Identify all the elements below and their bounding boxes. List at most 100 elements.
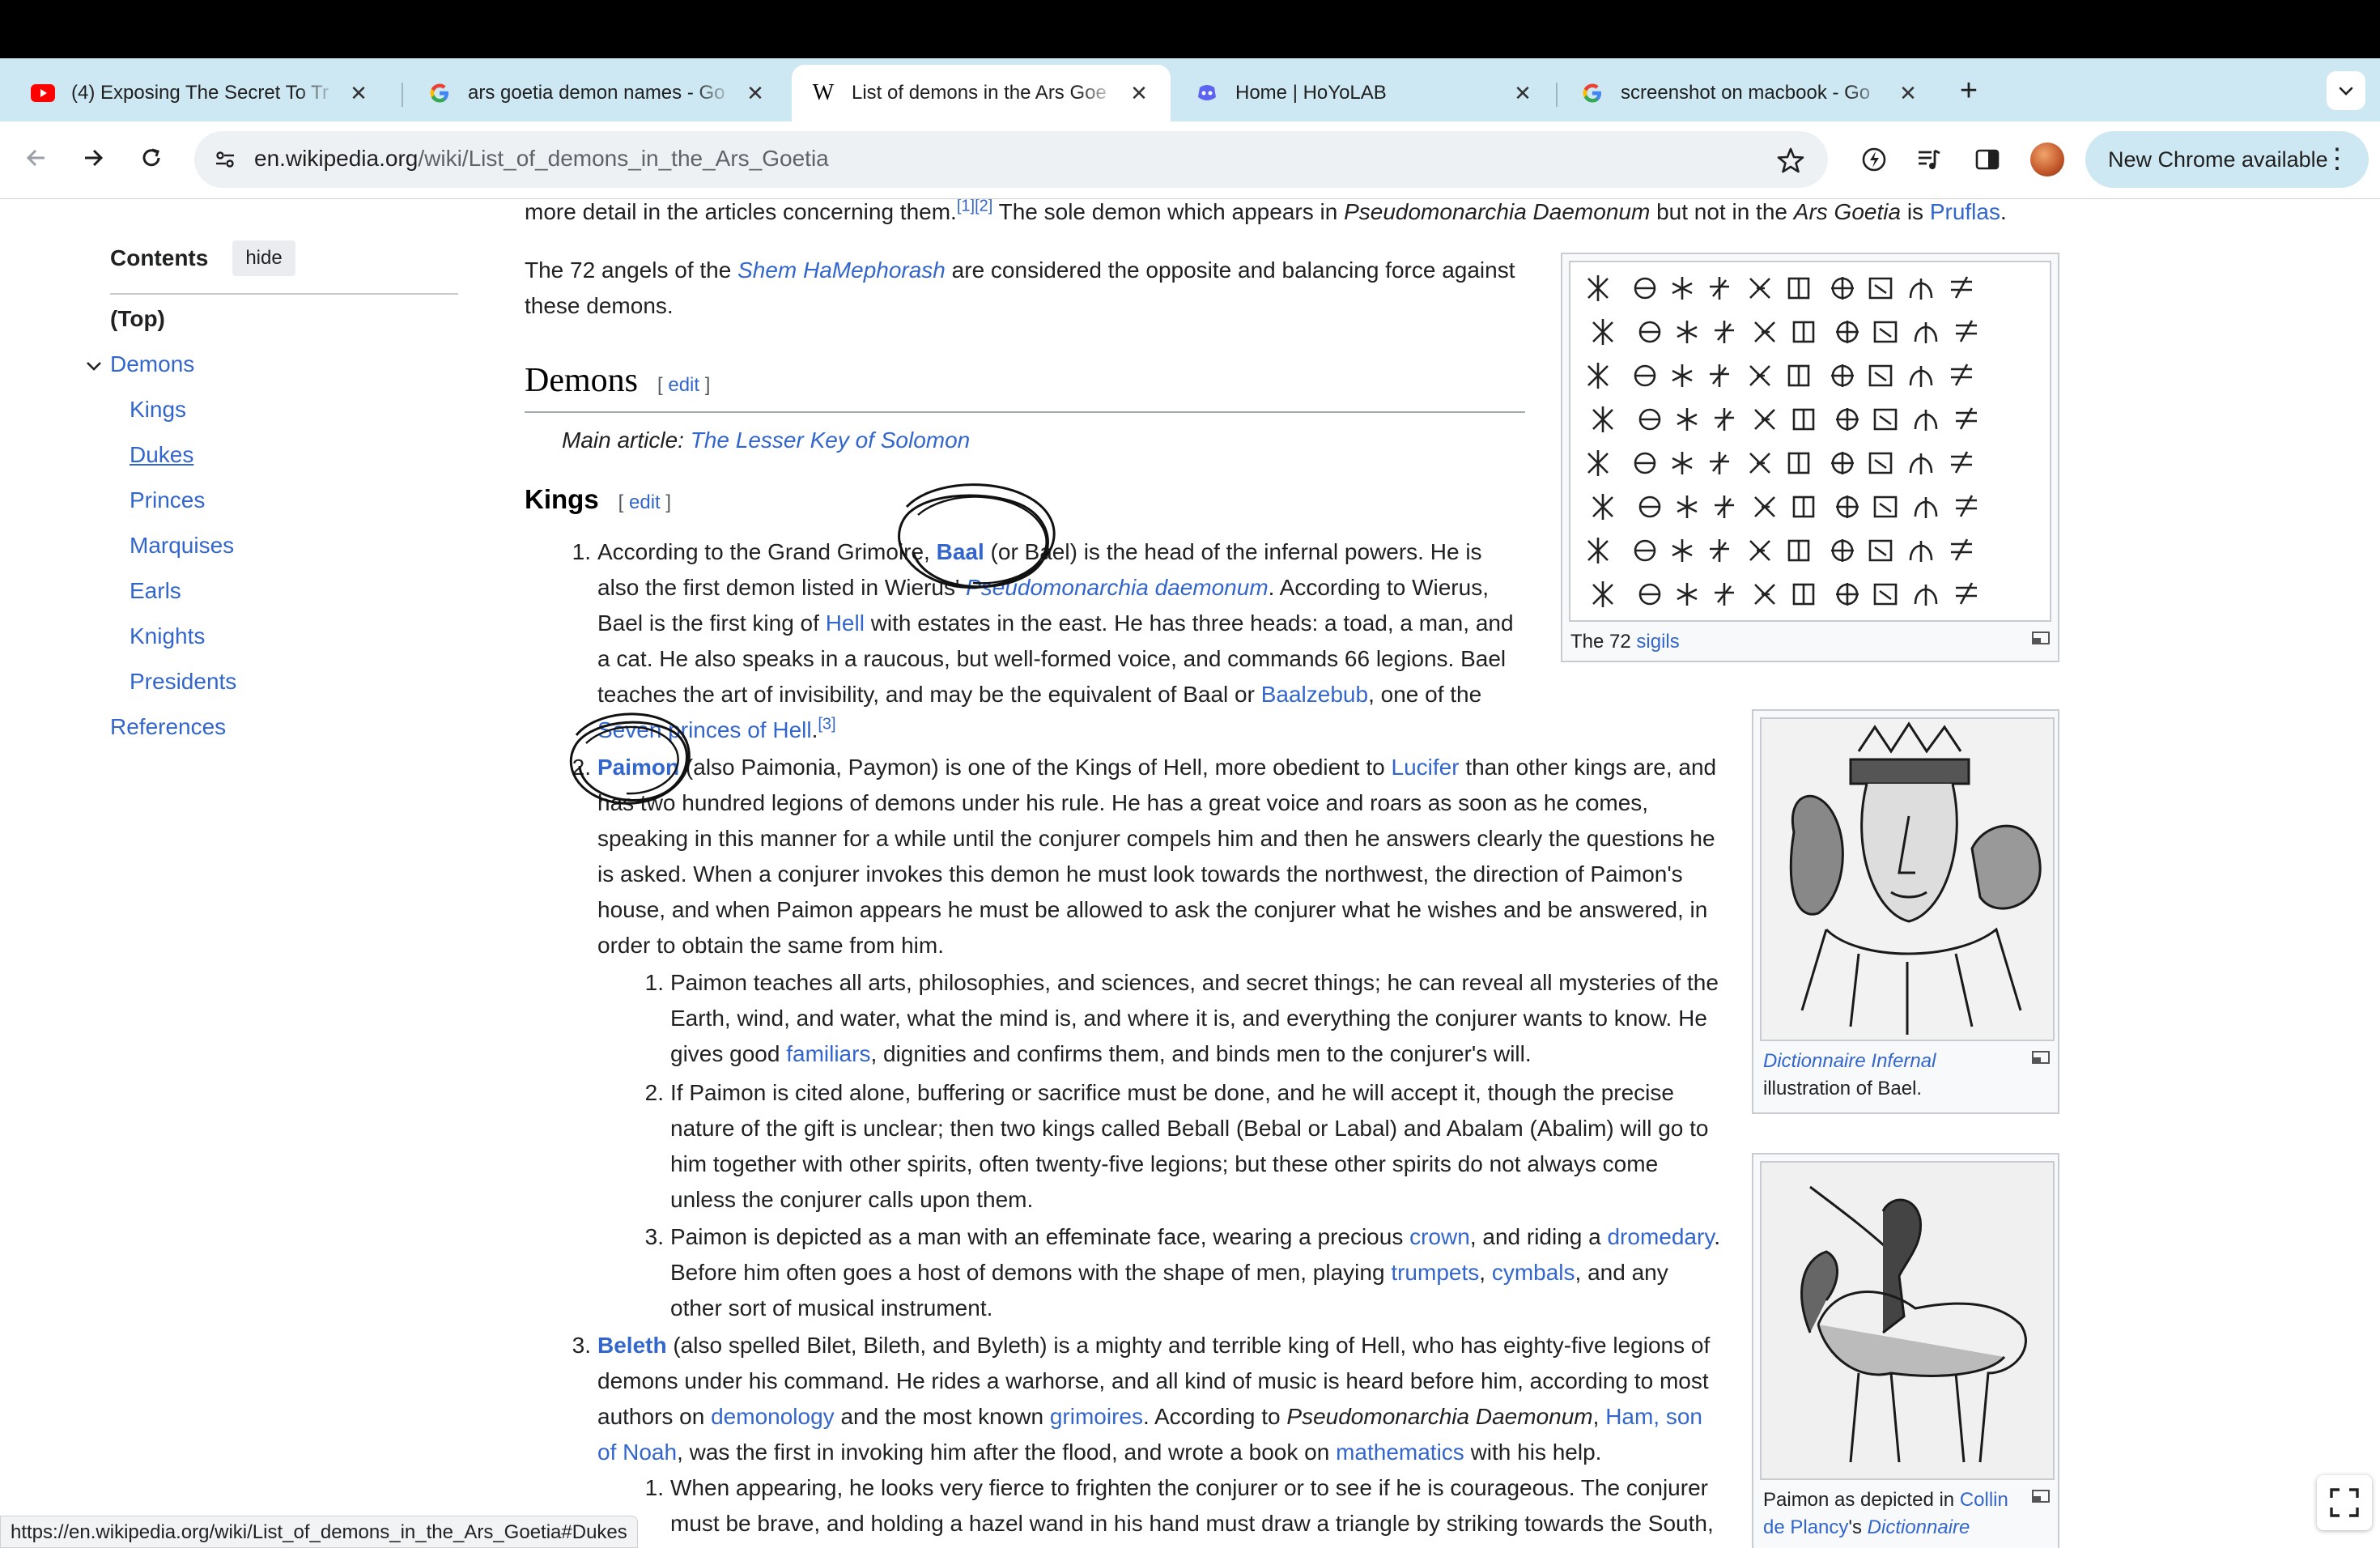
reference-link[interactable]: [3] xyxy=(818,716,835,734)
paimon-line: is asked. When a conjurer invokes this d… xyxy=(597,861,1683,887)
lucifer-link[interactable]: Lucifer xyxy=(1392,755,1460,780)
close-icon[interactable]: ✕ xyxy=(1896,81,1920,105)
side-panel-icon[interactable] xyxy=(1967,139,2008,180)
youtube-icon xyxy=(31,81,55,105)
demonology-link[interactable]: demonology xyxy=(711,1404,835,1429)
reload-icon xyxy=(142,148,160,167)
enlarge-icon[interactable] xyxy=(2032,632,2050,644)
sigil-row xyxy=(1587,450,1972,476)
edit-link[interactable]: edit xyxy=(668,374,699,396)
toc-item-references[interactable]: References xyxy=(110,714,226,740)
grimoires-link[interactable]: grimoires xyxy=(1050,1404,1143,1429)
tab-hoyolab[interactable]: Home | HoYoLAB ✕ xyxy=(1175,65,1554,121)
enlarge-icon[interactable] xyxy=(2032,1051,2050,1064)
chevron-down-icon[interactable] xyxy=(84,356,104,376)
paimon-sub-line: Earth, wind, and water, what the mind is… xyxy=(670,1006,1707,1031)
baalzebub-link[interactable]: Baalzebub xyxy=(1261,682,1368,707)
url-host: en.wikipedia.org xyxy=(254,146,419,171)
ham-son-of-noah-link[interactable]: of Noah xyxy=(597,1440,677,1465)
url-text[interactable]: en.wikipedia.org/wiki/List_of_demons_in_… xyxy=(254,146,829,172)
dictionnaire-infernal-link[interactable]: Dictionnaire Infernal xyxy=(1763,1050,1936,1072)
dictionnaire-link[interactable]: Dictionnaire xyxy=(1868,1516,1970,1538)
list-number: 3. xyxy=(572,1333,591,1358)
ham-son-of-noah-link[interactable]: Ham, son xyxy=(1605,1404,1702,1429)
toc-item-demons[interactable]: Demons xyxy=(87,351,194,377)
sigils-image[interactable] xyxy=(1569,261,2051,622)
tab-google-search[interactable]: ars goetia demon names - Go ✕ xyxy=(408,65,787,121)
tab-youtube[interactable]: (4) Exposing The Secret To Tr ✕ xyxy=(11,65,390,121)
angels-paragraph: The 72 angels of the Shem HaMephorash ar… xyxy=(525,257,1515,283)
beleth-link[interactable]: Beleth xyxy=(597,1333,667,1358)
paimon-line: house, and when Paimon appears he must b… xyxy=(597,897,1708,922)
toc-title: Contents xyxy=(110,245,209,270)
toc-item-marquises[interactable]: Marquises xyxy=(130,533,234,559)
sigils-caption: The 72 sigils xyxy=(1570,631,1680,653)
edit-section: [ edit ] xyxy=(657,374,711,396)
collin-de-plancy-link[interactable]: Collin xyxy=(1960,1489,2008,1511)
hell-link[interactable]: Hell xyxy=(826,610,865,636)
toc-item-dukes[interactable]: Dukes xyxy=(130,442,193,468)
close-icon[interactable]: ✕ xyxy=(1127,81,1151,105)
cymbals-link[interactable]: cymbals xyxy=(1492,1260,1575,1285)
reference-link[interactable]: [1] xyxy=(957,199,975,215)
performance-icon[interactable] xyxy=(1854,139,1894,180)
trumpets-link[interactable]: trumpets xyxy=(1391,1260,1479,1285)
scribble-circle-baal xyxy=(898,483,1056,589)
tab-strip: (4) Exposing The Secret To Tr ✕ ars goet… xyxy=(0,58,2380,121)
beleth-sub-line: must be brave, and holding a hazel wand … xyxy=(670,1511,1714,1536)
site-settings-icon[interactable] xyxy=(207,142,243,177)
paimon-illustration[interactable] xyxy=(1760,1161,2055,1480)
beleth-sub-line: When appearing, he looks very fierce to … xyxy=(670,1475,1708,1500)
reference-link[interactable]: [2] xyxy=(975,199,992,215)
shem-hamephorash-link[interactable]: Shem HaMephorash xyxy=(737,257,946,283)
tab-google-screenshot[interactable]: screenshot on macbook - Go ✕ xyxy=(1561,65,1940,121)
sigils-grid xyxy=(1587,275,1977,607)
bookmark-star-icon[interactable] xyxy=(1774,144,1807,176)
enlarge-icon[interactable] xyxy=(2032,1490,2050,1503)
mathematics-link[interactable]: mathematics xyxy=(1336,1440,1464,1465)
back-button[interactable] xyxy=(16,138,57,178)
toc-item-kings[interactable]: Kings xyxy=(130,397,186,423)
lesser-key-link[interactable]: The Lesser Key of Solomon xyxy=(691,427,971,453)
edit-section: [ edit ] xyxy=(618,491,672,513)
tab-wikipedia-active[interactable]: W List of demons in the Ars Goe ✕ xyxy=(792,65,1171,121)
profile-avatar[interactable] xyxy=(2030,142,2064,176)
toc-item-top[interactable]: (Top) xyxy=(110,306,165,332)
toc-item-princes[interactable]: Princes xyxy=(130,487,205,513)
close-icon[interactable]: ✕ xyxy=(1511,81,1535,105)
new-chrome-available-button[interactable]: New Chrome available ⋮ xyxy=(2085,131,2369,188)
edit-link[interactable]: edit xyxy=(629,491,661,513)
forward-button[interactable] xyxy=(73,138,113,178)
dromedary-link[interactable]: dromedary xyxy=(1607,1224,1714,1249)
toc-hide-button[interactable]: hide xyxy=(232,240,295,276)
paimon-line: has two hundred legions of demons under … xyxy=(597,790,1649,815)
close-icon[interactable]: ✕ xyxy=(743,81,767,105)
familiars-link[interactable]: familiars xyxy=(786,1041,870,1066)
sigils-link[interactable]: sigils xyxy=(1636,631,1679,653)
scribble-circle-paimon xyxy=(569,712,691,805)
media-control-icon[interactable] xyxy=(1909,139,1949,180)
paimon-sub-line: other sort of musical instrument. xyxy=(670,1295,993,1320)
tab-title: screenshot on macbook - Go xyxy=(1621,82,1871,104)
crown-link[interactable]: crown xyxy=(1409,1224,1470,1249)
pruflas-link[interactable]: Pruflas xyxy=(1930,199,2000,224)
collin-de-plancy-link[interactable]: de Plancy xyxy=(1763,1516,1848,1538)
reload-button[interactable] xyxy=(131,138,172,178)
google-icon xyxy=(427,81,452,105)
address-bar[interactable]: en.wikipedia.org/wiki/List_of_demons_in_… xyxy=(194,131,1828,188)
tab-search-button[interactable] xyxy=(2327,71,2365,110)
table-of-contents: Contents hide xyxy=(110,240,458,295)
paimon-engraving xyxy=(1762,1163,2053,1478)
sigil-row xyxy=(1587,538,1972,563)
toc-item-earls[interactable]: Earls xyxy=(130,578,181,604)
toc-item-knights[interactable]: Knights xyxy=(130,623,205,649)
close-icon[interactable]: ✕ xyxy=(346,81,371,105)
paimon-line: order to obtain the same from him. xyxy=(597,933,944,958)
new-tab-button[interactable]: + xyxy=(1951,73,1987,108)
toc-item-presidents[interactable]: Presidents xyxy=(130,669,236,695)
fullscreen-button[interactable] xyxy=(2317,1475,2372,1530)
wikipedia-page: Contents hide (Top) Demons Kings Dukes P… xyxy=(0,199,2380,1548)
paimon-caption-line2: de Plancy's Dictionnaire xyxy=(1763,1516,1970,1538)
bael-illustration[interactable] xyxy=(1760,717,2055,1041)
update-label: New Chrome available xyxy=(2108,147,2328,172)
